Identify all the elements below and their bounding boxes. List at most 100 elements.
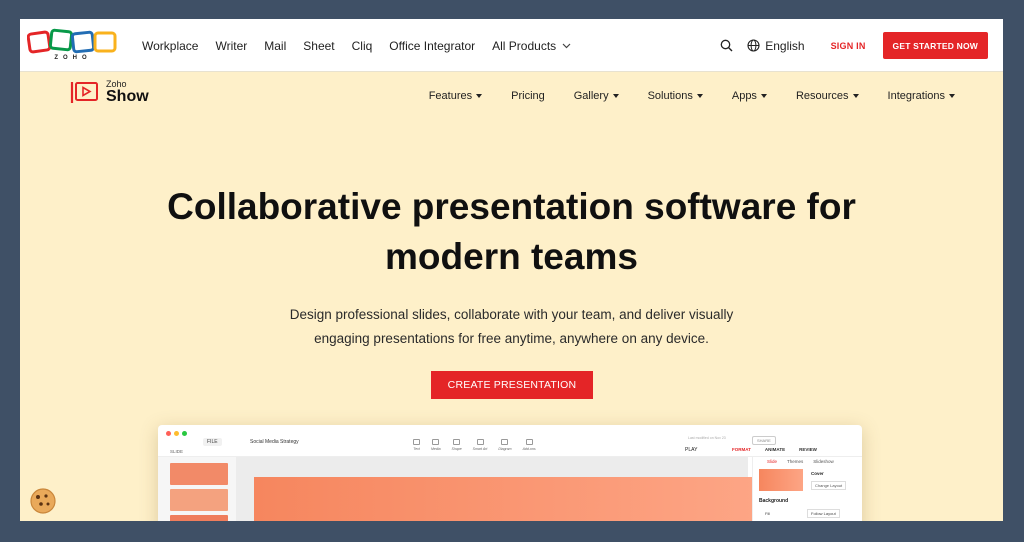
top-nav-mail[interactable]: Mail (264, 39, 286, 53)
preview-panel-tab-themes: Themes (787, 459, 804, 464)
language-selector[interactable]: English (747, 38, 805, 53)
preview-tool-label: Diagram (498, 447, 512, 451)
preview-last-modified: Last modified on Nov 23 (688, 436, 726, 440)
preview-panel-tab-slideshow: Slideshow (813, 459, 834, 464)
product-nav-apps[interactable]: Apps (732, 90, 767, 102)
show-logo-show: Show (106, 88, 149, 105)
preview-slide-thumbnails (158, 457, 236, 521)
product-nav-integrations[interactable]: Integrations (888, 90, 955, 102)
preview-right-tabs: FORMAT ANIMATE REVIEW (732, 447, 831, 452)
show-logo-text: Zoho Show (106, 80, 149, 105)
maximize-dot-icon (182, 431, 187, 436)
product-nav-label: Resources (795, 90, 849, 102)
caret-down-icon (949, 94, 955, 98)
preview-file-menu: FILE (203, 438, 222, 446)
preview-change-layout: Change Layout (811, 481, 847, 490)
chevron-down-icon (562, 43, 571, 48)
product-nav-solutions[interactable]: Solutions (648, 90, 703, 102)
preview-slide-button: SLIDE (170, 449, 184, 454)
preview-tool-label: Shape (451, 447, 462, 451)
preview-tool: Media (431, 439, 441, 451)
cookie-icon[interactable] (29, 487, 57, 515)
top-nav-cliq[interactable]: Cliq (352, 39, 373, 53)
preview-tool: Smart Art (472, 439, 488, 451)
browser-frame: ZOHO Workplace Writer Mail Sheet Cliq Of… (20, 19, 1003, 521)
preview-tab-format: FORMAT (732, 447, 751, 452)
text-tool-icon (413, 439, 420, 445)
preview-tool-label: Add-ons (522, 447, 536, 451)
hero-subtitle-line-1: Design professional slides, collaborate … (289, 307, 734, 322)
preview-slide-thumb (170, 463, 228, 485)
preview-slide (254, 477, 754, 521)
product-nav-pricing[interactable]: Pricing (511, 90, 545, 102)
top-nav-office-integrator[interactable]: Office Integrator (389, 39, 475, 53)
top-nav-workplace[interactable]: Workplace (142, 39, 198, 53)
hero-subtitle: Design professional slides, collaborate … (20, 303, 1003, 351)
zoho-top-bar: ZOHO Workplace Writer Mail Sheet Cliq Of… (20, 19, 1003, 72)
caret-down-icon (476, 94, 483, 98)
get-started-button[interactable]: GET STARTED NOW (882, 32, 988, 59)
product-nav-label: Gallery (573, 90, 609, 102)
top-right-actions: English SIGN IN GET STARTED NOW (720, 19, 988, 72)
zoho-logo-text: ZOHO (54, 55, 92, 61)
globe-icon (747, 39, 760, 52)
product-nav-label: Integrations (887, 90, 945, 102)
product-nav-gallery[interactable]: Gallery (574, 90, 619, 102)
top-nav-sheet[interactable]: Sheet (303, 39, 334, 53)
product-nav-label: Apps (731, 90, 757, 102)
app-preview-screenshot: FILE Social Media Strategy SLIDE Text Me… (158, 425, 862, 521)
preview-insert-tools: Text Media Shape Smart Art Diagram Add-o… (413, 439, 547, 451)
product-nav-features[interactable]: Features (428, 90, 483, 102)
preview-play-button: PLAY (685, 447, 698, 453)
preview-tool-label: Media (431, 447, 441, 451)
add-ons-tool-icon (525, 439, 533, 445)
hero-title: Collaborative presentation software for … (20, 182, 1003, 282)
product-nav-label: Features (428, 90, 473, 102)
preview-fill-label: Fill (765, 511, 771, 516)
shape-tool-icon (453, 439, 461, 445)
caret-down-icon (696, 94, 703, 98)
sign-in-link[interactable]: SIGN IN (831, 41, 866, 51)
preview-tool-label: Smart Art (472, 447, 488, 451)
zoho-show-logo[interactable]: Zoho Show (70, 80, 149, 105)
preview-slide-thumb (170, 515, 228, 521)
preview-tool-label: Text (413, 447, 420, 451)
caret-down-icon (612, 94, 619, 98)
media-tool-icon (432, 439, 440, 445)
preview-tab-animate: ANIMATE (764, 447, 786, 452)
caret-down-icon (760, 94, 767, 98)
zoho-logo[interactable]: ZOHO (26, 27, 119, 67)
preview-canvas (236, 457, 754, 521)
preview-follow-layout: Follow Layout (807, 509, 840, 518)
hero-subtitle-line-2: engaging presentations for free anytime,… (314, 331, 709, 346)
show-logo-icon (70, 82, 98, 103)
preview-format-panel: Slide Themes Slideshow Cover Change Layo… (752, 457, 862, 521)
preview-doc-title: Social Media Strategy (250, 439, 299, 445)
top-nav: Workplace Writer Mail Sheet Cliq Office … (142, 19, 588, 72)
top-nav-writer[interactable]: Writer (215, 39, 247, 53)
product-nav: Features Pricing Gallery Solutions Apps … (400, 72, 955, 120)
top-nav-all-products[interactable]: All Products (492, 39, 571, 53)
preview-tool: Shape (452, 439, 462, 451)
preview-tool: Diagram (498, 439, 512, 451)
zoho-logo-mark-icon (26, 28, 117, 54)
all-products-label: All Products (492, 38, 557, 53)
window-controls (166, 431, 190, 436)
preview-share-button: SHARE (752, 436, 776, 445)
preview-cover-label: Cover (811, 471, 824, 476)
preview-background-label: Background (759, 498, 789, 504)
product-nav-resources[interactable]: Resources (796, 90, 859, 102)
create-presentation-button[interactable]: CREATE PRESENTATION (431, 371, 593, 399)
product-nav-label: Pricing (511, 90, 545, 102)
product-nav-label: Solutions (647, 90, 693, 102)
search-icon[interactable] (720, 39, 733, 52)
hero-title-line-1: Collaborative presentation software for (167, 186, 856, 227)
preview-tool: Text (413, 439, 420, 451)
language-label: English (765, 38, 805, 53)
hero-title-line-2: modern teams (385, 236, 638, 277)
minimize-dot-icon (174, 431, 179, 436)
preview-toolbar: FILE Social Media Strategy SLIDE Text Me… (158, 425, 862, 457)
preview-tab-review: REVIEW (799, 447, 817, 452)
caret-down-icon (852, 94, 859, 98)
product-nav-bar: Zoho Show Features Pricing Gallery Solut… (20, 72, 1003, 120)
